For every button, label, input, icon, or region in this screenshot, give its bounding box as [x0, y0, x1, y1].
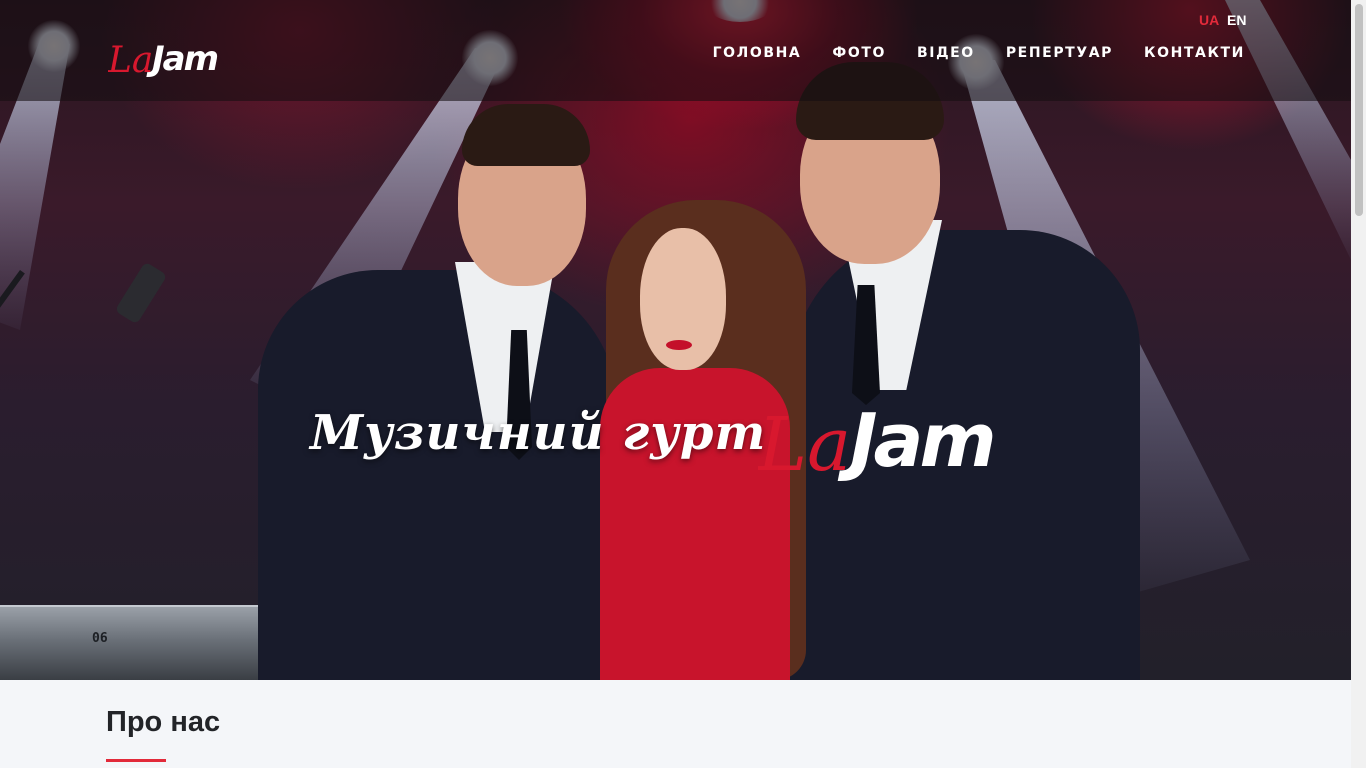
keyboard-label: 06 — [92, 631, 108, 646]
hero-logo-word: Jam — [837, 398, 993, 482]
nav-repertoire[interactable]: РЕПЕРТУАР — [1006, 45, 1113, 61]
about-section: Про нас — [0, 680, 1351, 768]
lang-switch-en[interactable]: EN — [1227, 12, 1246, 28]
about-title: Про нас — [106, 706, 221, 738]
hero-logo: La Jam — [758, 398, 997, 482]
microphone — [114, 261, 168, 325]
nav-video[interactable]: ВІДЕО — [917, 45, 975, 61]
site-logo[interactable]: La Jam — [108, 30, 220, 78]
main-nav: ГОЛОВНА ФОТО ВІДЕО РЕПЕРТУАР КОНТАКТИ — [713, 45, 1245, 61]
page-scrollbar[interactable] — [1351, 0, 1366, 768]
lang-switch-ua[interactable]: UA — [1199, 12, 1219, 28]
top-navbar: La Jam UA EN ГОЛОВНА ФОТО ВІДЕО РЕПЕРТУА… — [0, 0, 1351, 101]
nav-home[interactable]: ГОЛОВНА — [713, 45, 802, 61]
hero-banner: 06 Музичний гурт La Jam — [0, 0, 1351, 680]
nav-photo[interactable]: ФОТО — [832, 45, 886, 61]
scrollbar-thumb[interactable] — [1355, 4, 1363, 216]
about-title-underline — [106, 759, 166, 762]
stage-keyboard: 06 — [0, 605, 265, 680]
mic-stand — [0, 270, 25, 484]
logo-script: La — [108, 40, 153, 78]
hero-logo-script: La — [758, 402, 851, 482]
logo-word: Jam — [146, 39, 218, 78]
nav-contacts[interactable]: КОНТАКТИ — [1144, 45, 1245, 61]
hero-title: Музичний гурт — [310, 405, 767, 461]
